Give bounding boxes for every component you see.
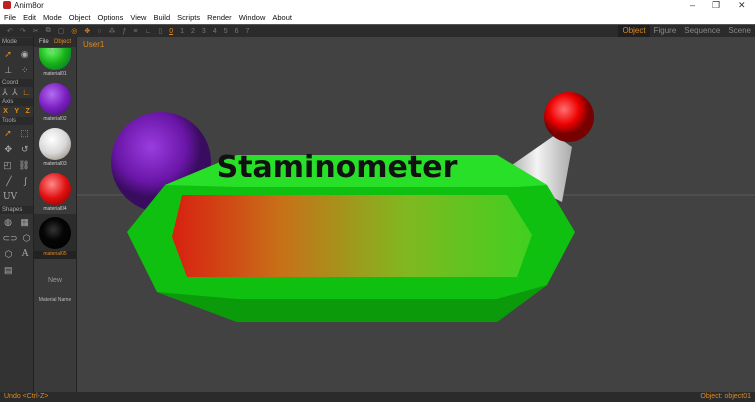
layer-1[interactable]: 1 (180, 28, 184, 35)
layer-4[interactable]: 4 (213, 28, 217, 35)
menu-bar: File Edit Mode Object Options View Build… (0, 11, 755, 24)
scene: Staminometer (77, 92, 755, 322)
menu-scripts[interactable]: Scripts (177, 13, 200, 22)
new-material-button[interactable]: New (34, 277, 76, 284)
status-object: Object: object01 (700, 393, 751, 400)
paste-icon[interactable]: ▢ (58, 27, 65, 35)
app-logo-icon (3, 1, 11, 9)
layer-7[interactable]: 7 (246, 28, 250, 35)
material-label-selected[interactable]: material05 (34, 251, 76, 259)
cut-icon[interactable]: ✂ (33, 27, 39, 35)
select-tool-icon[interactable]: ➚ (4, 128, 12, 139)
move-icon[interactable]: ✥ (4, 144, 12, 155)
layer-2[interactable]: 2 (191, 28, 195, 35)
rotate-icon[interactable]: ↺ (21, 144, 29, 155)
table-shape-icon[interactable]: ▤ (4, 265, 13, 276)
layer-6[interactable]: 6 (235, 28, 239, 35)
shapes-heading: Shapes (0, 206, 33, 214)
curve-icon[interactable]: ∫ (24, 176, 26, 186)
sphere-shape-icon[interactable]: ◍ (4, 217, 12, 228)
minimize-button[interactable]: – (690, 0, 695, 10)
material-label[interactable]: material04 (34, 206, 76, 214)
scale-icon[interactable]: ◰ (3, 160, 12, 171)
materials-panel: File Object Apply material01 material02 … (34, 37, 77, 392)
tools-heading: Tools (0, 117, 33, 125)
status-undo: Undo <Ctrl-Z> (4, 393, 49, 400)
material-name-label: Material Name (38, 297, 72, 303)
layer-5[interactable]: 5 (224, 28, 228, 35)
line-icon[interactable]: ╱ (6, 176, 11, 187)
snap-icon[interactable]: ⁂ (108, 27, 115, 35)
menu-window[interactable]: Window (239, 13, 266, 22)
eye-icon[interactable]: ◉ (21, 49, 29, 60)
menu-mode[interactable]: Mode (43, 13, 62, 22)
material-swatch[interactable] (39, 128, 71, 160)
polygon-shape-icon[interactable]: ⬡ (5, 249, 13, 260)
title-bar: Anim8or – ❐ ✕ (0, 0, 755, 11)
axes-icon[interactable]: ⊥ (4, 65, 12, 76)
redo-icon[interactable]: ↷ (20, 27, 26, 35)
circle-icon[interactable]: ○ (97, 28, 101, 35)
viewport[interactable]: User1 Staminometer (77, 37, 755, 392)
mode-heading: Mode (0, 38, 33, 46)
red-sphere (544, 92, 594, 142)
axis-z-toggle[interactable]: Z (25, 108, 29, 115)
axis-heading: Axis (0, 98, 33, 106)
sphere-icon[interactable]: ◎ (71, 27, 77, 35)
material-label[interactable]: material01 (34, 71, 76, 79)
tools-panel: Mode ➚ ◉ ⊥ ⁘ Coord ⅄ ⅄ ∟ Axis X Y Z Tools ➚ ⬚… (0, 37, 34, 392)
coord-screen-icon[interactable]: ∟ (22, 87, 31, 97)
arrow-select-icon[interactable]: ➚ (4, 49, 12, 60)
bar-icon[interactable]: ▯ (158, 27, 162, 35)
staminometer-text: Staminometer (217, 150, 458, 185)
material-label[interactable]: material02 (34, 116, 76, 124)
points-icon[interactable]: ⁘ (21, 65, 29, 76)
coord-object-icon[interactable]: ⅄ (12, 87, 18, 98)
material-list: material01 material02 material03 materia… (34, 48, 76, 259)
maximize-button[interactable]: ❐ (712, 0, 720, 11)
text-shape-icon[interactable]: A (22, 249, 29, 259)
menu-view[interactable]: View (130, 13, 146, 22)
menu-file[interactable]: File (4, 13, 16, 22)
status-bar: Undo <Ctrl-Z> Object: object01 (0, 392, 755, 402)
menu-options[interactable]: Options (97, 13, 123, 22)
material-swatch[interactable] (39, 173, 71, 205)
menu-build[interactable]: Build (153, 13, 170, 22)
toolbar: ↶ ↷ ✂ ⧉ ▢ ◎ ✥ ○ ⁂ ƒ ≡ ∟ ▯ 0 1 2 3 4 5 6 … (0, 24, 755, 38)
drag-select-icon[interactable]: ⬚ (20, 128, 29, 139)
cylinder-shape-icon[interactable]: ⊂⊃ (3, 233, 18, 244)
uv-button[interactable]: UV (3, 192, 17, 202)
material-label[interactable]: material03 (34, 161, 76, 169)
axis-y-toggle[interactable]: Y (14, 108, 19, 115)
layer-0[interactable]: 0 (169, 28, 173, 35)
grid-icon[interactable]: ✥ (84, 27, 90, 35)
menu-object[interactable]: Object (69, 13, 91, 22)
menu-render[interactable]: Render (207, 13, 232, 22)
cube-shape-icon[interactable]: ▦ (20, 217, 29, 228)
undo-icon[interactable]: ↶ (7, 27, 13, 35)
material-swatch[interactable] (39, 83, 71, 115)
menu-about[interactable]: About (272, 13, 292, 22)
window-title: Anim8or (14, 1, 44, 10)
link-icon[interactable]: ⛓ (18, 160, 29, 171)
menu-edit[interactable]: Edit (23, 13, 36, 22)
copy-icon[interactable]: ⧉ (46, 27, 51, 35)
list-icon[interactable]: ≡ (133, 28, 137, 35)
filter-icon[interactable]: ƒ (122, 28, 126, 35)
tab-file[interactable]: File (39, 39, 49, 45)
coord-world-icon[interactable]: ⅄ (2, 87, 8, 98)
close-button[interactable]: ✕ (738, 0, 746, 11)
geosphere-shape-icon[interactable]: ⬡ (23, 233, 31, 244)
tab-object-materials[interactable]: Object (54, 39, 71, 45)
stamina-bar-fill (172, 195, 532, 277)
axis-x-toggle[interactable]: X (3, 108, 8, 115)
material-swatch[interactable] (39, 217, 71, 249)
axis-icon[interactable]: ∟ (144, 28, 151, 35)
layer-3[interactable]: 3 (202, 28, 206, 35)
